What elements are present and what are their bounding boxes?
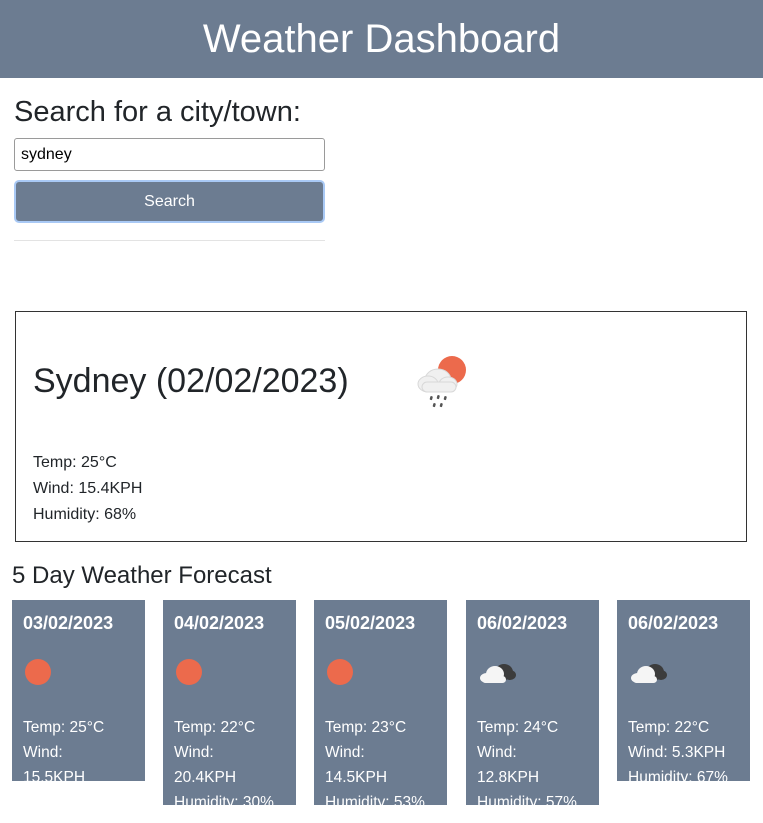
current-temp: Temp: 25°C [33, 454, 117, 471]
current-city-heading: Sydney (02/02/2023) [33, 362, 349, 400]
search-panel: Search for a city/town: Search [14, 94, 325, 241]
forecast-humidity: Humidity: 30% [174, 794, 274, 811]
forecast-wind: Wind: 15.5KPH [23, 744, 86, 786]
cloud-icon [477, 634, 588, 697]
forecast-stats: Temp: 22°C Wind: 20.4KPH Humidity: 30% [174, 715, 285, 815]
forecast-card: 05/02/2023 Temp: 23°C Wind: 14.5KPH Humidit… [314, 600, 447, 811]
forecast-humidity: Humidity: 57% [477, 794, 577, 811]
current-weather-card: Sydney (02/02/2023) Temp: 25°C Wind: 15.… [15, 311, 747, 542]
forecast-humidity: Humidity: 53% [325, 794, 425, 811]
forecast-temp: Temp: 24°C [477, 719, 559, 736]
forecast-card: 03/02/2023 Temp: 25°C Wind: 15.5KPH Humidit… [12, 600, 145, 811]
forecast-stats: Temp: 22°C Wind: 5.3KPH Humidity: 67% [628, 715, 739, 790]
forecast-stats: Temp: 25°C Wind: 15.5KPH Humidity: 40% [23, 715, 134, 815]
forecast-date: 03/02/2023 [23, 613, 114, 633]
forecast-date: 04/02/2023 [174, 613, 265, 633]
search-button[interactable]: Search [14, 180, 325, 223]
sun-icon [174, 634, 285, 697]
search-title: Search for a city/town: [14, 96, 301, 128]
current-wind: Wind: 15.4KPH [33, 480, 143, 497]
forecast-date: 05/02/2023 [325, 613, 416, 633]
forecast-date: 06/02/2023 [628, 613, 719, 633]
forecast-card: 06/02/2023 Temp: 22°C Wind: 5.3KPH Humidity… [617, 600, 750, 786]
forecast-wind: Wind: 14.5KPH [325, 744, 388, 786]
forecast-temp: Temp: 22°C [628, 719, 710, 736]
forecast-temp: Temp: 23°C [325, 719, 407, 736]
forecast-stats: Temp: 24°C Wind: 12.8KPH Humidity: 57% [477, 715, 588, 815]
forecast-wind: Wind: 12.8KPH [477, 744, 540, 786]
current-humidity: Humidity: 68% [33, 506, 137, 523]
forecast-card: 06/02/2023 Temp: 24°C Wind: 12.8KPH Humidit… [466, 600, 599, 811]
cloud-icon [628, 634, 739, 697]
forecast-humidity: Humidity: 67% [628, 769, 728, 786]
sun-icon [325, 634, 436, 697]
search-input[interactable] [14, 138, 325, 171]
forecast-title: 5 Day Weather Forecast [12, 562, 272, 589]
forecast-date: 06/02/2023 [477, 613, 568, 633]
page-title: Weather Dashboard [202, 16, 561, 61]
forecast-wind: Wind: 20.4KPH [174, 744, 237, 786]
forecast-temp: Temp: 25°C [23, 719, 105, 736]
sun-icon [23, 634, 134, 697]
current-stats: Temp: 25°C Wind: 15.4KPH Humidity: 68% [33, 450, 142, 528]
forecast-wind: Wind: 5.3KPH [628, 744, 726, 761]
forecast-card: 04/02/2023 Temp: 22°C Wind: 20.4KPH Humidit… [163, 600, 296, 811]
header-bar: Weather Dashboard [0, 0, 763, 78]
forecast-stats: Temp: 23°C Wind: 14.5KPH Humidity: 53% [325, 715, 436, 815]
forecast-temp: Temp: 22°C [174, 719, 256, 736]
rain-sun-icon [417, 356, 466, 408]
divider [14, 240, 325, 241]
forecast-humidity: Humidity: 40% [23, 794, 123, 811]
